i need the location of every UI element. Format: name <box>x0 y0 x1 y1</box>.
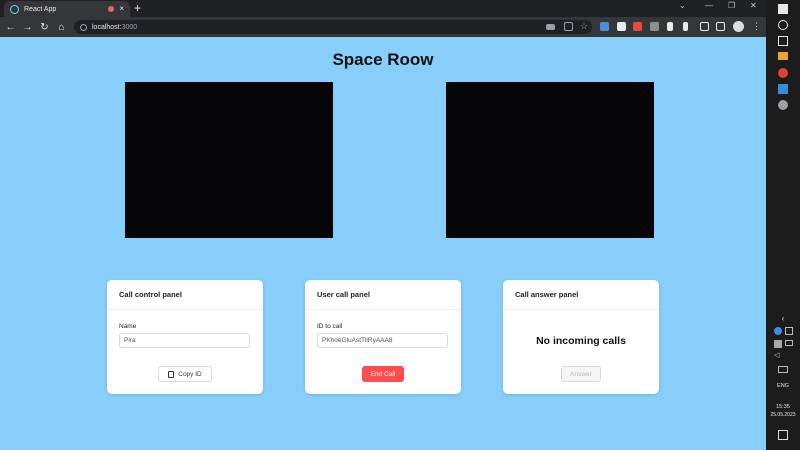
tray-battery-icon[interactable] <box>785 340 793 346</box>
extension-icon[interactable] <box>617 22 626 31</box>
screen: React App × + ⌄ — ❐ ✕ ← → ↻ ⌂ localhost:… <box>0 0 800 450</box>
tray-app-icon[interactable] <box>774 327 782 335</box>
call-control-panel: Call control panel Name Copy ID <box>107 280 263 394</box>
notifications-icon[interactable] <box>778 430 788 440</box>
page-title: Space Roow <box>332 50 434 69</box>
maximize-button[interactable]: ❐ <box>728 1 735 10</box>
url-port: 3000 <box>121 23 138 31</box>
reload-icon[interactable]: ↻ <box>36 22 53 33</box>
home-icon[interactable]: ⌂ <box>53 22 70 33</box>
camera-icon[interactable] <box>546 24 555 30</box>
copy-icon <box>168 370 175 378</box>
clock-time[interactable]: 15:35 <box>766 404 800 410</box>
vscode-icon[interactable] <box>778 84 788 94</box>
clock-date[interactable]: 25.05.2023 <box>766 412 800 418</box>
card-body: ID to call End Call <box>305 310 461 394</box>
app-page: Space Roow Call control panel Name Copy … <box>0 37 766 450</box>
keyboard-icon[interactable] <box>778 366 788 373</box>
tray-network-icon[interactable] <box>785 327 793 335</box>
name-input[interactable] <box>119 333 250 348</box>
forward-icon[interactable]: → <box>19 22 36 33</box>
browser-tab-bar: React App × + ⌄ — ❐ ✕ <box>0 0 766 17</box>
tab-close-button[interactable]: × <box>119 5 124 13</box>
site-info-icon[interactable] <box>80 23 87 31</box>
tab-search-icon[interactable]: ⌄ <box>679 1 686 10</box>
tray-app2-icon[interactable] <box>774 340 782 348</box>
url-text: localhost:3000 <box>92 24 137 31</box>
share-icon[interactable] <box>564 22 573 31</box>
no-incoming-calls-text: No incoming calls <box>536 335 626 347</box>
react-icon <box>10 4 19 14</box>
url-host: localhost: <box>92 23 122 31</box>
close-window-button[interactable]: ✕ <box>750 1 757 10</box>
new-tab-button[interactable]: + <box>134 2 141 14</box>
file-explorer-icon[interactable] <box>778 52 788 60</box>
reading-list-icon[interactable] <box>700 22 709 31</box>
name-label: Name <box>119 323 137 330</box>
local-video <box>125 82 333 238</box>
chevron-up-icon[interactable]: ‹ <box>766 314 800 323</box>
puzzle-icon[interactable] <box>667 22 673 31</box>
minimize-button[interactable]: — <box>705 1 713 10</box>
menu-icon[interactable]: ⋮ <box>752 22 761 31</box>
user-call-panel: User call panel ID to call End Call <box>305 280 461 394</box>
end-call-button[interactable]: End Call <box>362 366 404 382</box>
card-title: Call answer panel <box>503 280 659 310</box>
tab-title: React App <box>24 5 57 13</box>
browser-tab[interactable]: React App × <box>4 1 130 17</box>
card-body: No incoming calls Answer <box>503 310 659 394</box>
profile-avatar[interactable] <box>733 21 744 32</box>
card-title: User call panel <box>305 280 461 310</box>
windows-start-icon[interactable] <box>778 4 788 14</box>
copy-id-label: Copy ID <box>178 370 202 378</box>
call-answer-panel: Call answer panel No incoming calls Answ… <box>503 280 659 394</box>
extension-red-icon[interactable] <box>633 22 642 31</box>
translate-extension-icon[interactable] <box>600 22 609 31</box>
id-to-call-label: ID to call <box>317 323 343 330</box>
bookmark-star-icon[interactable]: ☆ <box>580 22 589 31</box>
id-to-call-input[interactable] <box>317 333 448 348</box>
remote-video <box>446 82 654 238</box>
card-body: Name Copy ID <box>107 310 263 394</box>
answer-button[interactable]: Answer <box>561 366 601 382</box>
chrome-icon[interactable] <box>778 68 788 78</box>
card-title: Call control panel <box>107 280 263 310</box>
extension-bar-icon[interactable] <box>683 22 688 31</box>
windows-taskbar: ‹ ◁ ENG 15:35 25.05.2023 <box>766 0 800 450</box>
search-icon[interactable] <box>778 20 788 30</box>
extension-grey-icon[interactable] <box>650 22 659 31</box>
browser-toolbar: ← → ↻ ⌂ localhost:3000 ☆ ⋮ <box>0 17 766 37</box>
address-bar[interactable]: localhost:3000 <box>74 20 592 34</box>
task-view-icon[interactable] <box>778 36 788 46</box>
side-panel-icon[interactable] <box>716 22 725 31</box>
recording-indicator-icon <box>108 6 115 12</box>
language-indicator[interactable]: ENG <box>766 383 800 389</box>
app-icon[interactable] <box>778 100 788 110</box>
back-icon[interactable]: ← <box>2 22 19 33</box>
volume-icon[interactable]: ◁ <box>774 352 782 360</box>
copy-id-button[interactable]: Copy ID <box>158 366 212 382</box>
